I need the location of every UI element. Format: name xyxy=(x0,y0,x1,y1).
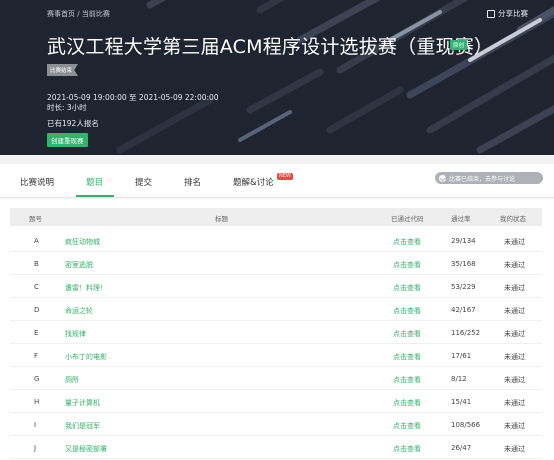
problem-id: B xyxy=(34,260,39,268)
view-accepted-link[interactable]: 点击查看 xyxy=(393,444,421,454)
pass-rate: 42/167 xyxy=(451,306,476,314)
my-status: 未通过 xyxy=(504,422,525,430)
share-label: 分享比赛 xyxy=(498,9,528,18)
problem-id: G xyxy=(34,375,40,383)
tab-description[interactable]: 比赛说明 xyxy=(20,176,54,188)
view-accepted-link[interactable]: 点击查看 xyxy=(393,375,421,385)
pass-rate: 17/61 xyxy=(451,352,472,360)
my-status: 未通过 xyxy=(504,353,525,361)
table-row[interactable]: E 找规律 点击查看 116/252 未通过 xyxy=(10,321,542,344)
contest-ended-pill[interactable]: 比赛已结束，去参与讨论 xyxy=(435,172,543,184)
problem-id: I xyxy=(34,421,37,429)
pass-rate: 108/566 xyxy=(451,421,481,429)
my-status: 未通过 xyxy=(504,330,525,338)
header-id: 题号 xyxy=(29,215,42,223)
view-accepted-link[interactable]: 点击查看 xyxy=(393,352,421,362)
contest-duration: 时长: 3小时 xyxy=(47,103,87,112)
tab-problems[interactable]: 题目 xyxy=(86,176,103,188)
check-circle-icon xyxy=(439,174,446,182)
my-status: 未通过 xyxy=(504,238,525,246)
view-accepted-link[interactable]: 点击查看 xyxy=(393,283,421,293)
my-status: 未通过 xyxy=(504,284,525,292)
table-row[interactable]: J 又是秘密部署 点击查看 26/47 未通过 xyxy=(10,436,542,459)
problem-table: 题号 标题 已通过代码 通过率 我的状态 A 疯狂动物城 点击查看 29/134 未通过… xyxy=(0,199,554,460)
breadcrumb-separator: / xyxy=(77,10,80,18)
my-status: 未通过 xyxy=(504,307,525,315)
problem-title-link[interactable]: 疯狂动物城 xyxy=(65,237,100,247)
view-accepted-link[interactable]: 点击查看 xyxy=(393,237,421,247)
problem-id: C xyxy=(34,283,39,291)
banner-decoration xyxy=(116,0,554,154)
table-row[interactable]: F 小布丁的电影 点击查看 17/61 未通过 xyxy=(10,344,542,367)
pass-rate: 116/252 xyxy=(451,329,481,337)
pass-rate: 29/134 xyxy=(451,237,476,245)
create-rerun-button[interactable]: 创建重现赛 xyxy=(47,133,88,147)
header-accepted-code: 已通过代码 xyxy=(391,215,424,223)
problem-id: F xyxy=(34,352,39,360)
table-row[interactable]: I 我们是冠军 点击查看 108/566 未通过 xyxy=(10,413,542,436)
table-row[interactable]: A 疯狂动物城 点击查看 29/134 未通过 xyxy=(10,229,542,252)
pass-rate: 26/47 xyxy=(451,444,472,452)
header-my-status: 我的状态 xyxy=(500,215,526,223)
problem-title-link[interactable]: 我们是冠军 xyxy=(65,421,100,431)
pass-rate: 35/168 xyxy=(451,260,476,268)
tab-ranking[interactable]: 排名 xyxy=(184,176,201,188)
view-accepted-link[interactable]: 点击查看 xyxy=(393,306,421,316)
contest-ended-label: 比赛已结束，去参与讨论 xyxy=(449,175,516,183)
problem-id: J xyxy=(34,444,37,452)
breadcrumb: 赛事首页 / 当前比赛 xyxy=(47,9,110,19)
table-row[interactable]: C 遭雷！料理！ 点击查看 53/229 未通过 xyxy=(10,275,542,298)
view-accepted-link[interactable]: 点击查看 xyxy=(393,260,421,270)
contest-banner: 赛事首页 / 当前比赛 分享比赛 武汉工程大学第三届ACM程序设计选拔赛（重现赛… xyxy=(0,0,554,155)
original-badge: 原创 xyxy=(450,40,468,50)
problem-id: E xyxy=(34,329,39,337)
pass-rate: 8/12 xyxy=(451,375,467,383)
problem-title-link[interactable]: 找规律 xyxy=(65,329,86,339)
table-row[interactable]: B 密室逃脱 点击查看 35/168 未通过 xyxy=(10,252,542,275)
breadcrumb-home[interactable]: 赛事首页 xyxy=(47,10,75,18)
problem-title-link[interactable]: 小布丁的电影 xyxy=(65,352,107,362)
share-icon xyxy=(487,9,495,18)
problem-id: H xyxy=(34,398,40,406)
table-header: 题号 标题 已通过代码 通过率 我的状态 xyxy=(10,208,542,226)
problem-title-link[interactable]: 量子计算机 xyxy=(65,398,100,408)
pass-rate: 53/229 xyxy=(451,283,476,291)
active-tab-indicator xyxy=(76,195,114,197)
contest-status-tag: 比赛结束 xyxy=(47,64,79,76)
my-status: 未通过 xyxy=(504,376,525,384)
problem-title-link[interactable]: 厕所 xyxy=(65,375,79,385)
new-badge: NEW xyxy=(277,173,293,180)
problem-title-link[interactable]: 命运之轮 xyxy=(65,306,93,316)
registered-count: 已有192人报名 xyxy=(47,119,99,128)
problem-title-link[interactable]: 密室逃脱 xyxy=(65,260,93,270)
problem-title-link[interactable]: 又是秘密部署 xyxy=(65,444,107,454)
problem-id: A xyxy=(34,237,39,245)
my-status: 未通过 xyxy=(504,445,525,453)
share-button[interactable]: 分享比赛 xyxy=(487,8,528,19)
tab-discussion[interactable]: 题解&讨论 xyxy=(233,176,274,188)
header-title: 标题 xyxy=(215,215,228,223)
table-row[interactable]: G 厕所 点击查看 8/12 未通过 xyxy=(10,367,542,390)
view-accepted-link[interactable]: 点击查看 xyxy=(393,398,421,408)
problem-title-link[interactable]: 遭雷！料理！ xyxy=(65,283,107,293)
my-status: 未通过 xyxy=(504,261,525,269)
table-row[interactable]: D 命运之轮 点击查看 42/167 未通过 xyxy=(10,298,542,321)
pass-rate: 15/41 xyxy=(451,398,472,406)
breadcrumb-current: 当前比赛 xyxy=(81,10,110,18)
page-title: 武汉工程大学第三届ACM程序设计选拔赛（重现赛） xyxy=(47,36,494,58)
view-accepted-link[interactable]: 点击查看 xyxy=(393,329,421,339)
problem-id: D xyxy=(34,306,40,314)
view-accepted-link[interactable]: 点击查看 xyxy=(393,421,421,431)
my-status: 未通过 xyxy=(504,399,525,407)
table-row[interactable]: H 量子计算机 点击查看 15/41 未通过 xyxy=(10,390,542,413)
header-pass-rate: 通过率 xyxy=(451,215,471,223)
tab-submit[interactable]: 提交 xyxy=(135,176,152,188)
